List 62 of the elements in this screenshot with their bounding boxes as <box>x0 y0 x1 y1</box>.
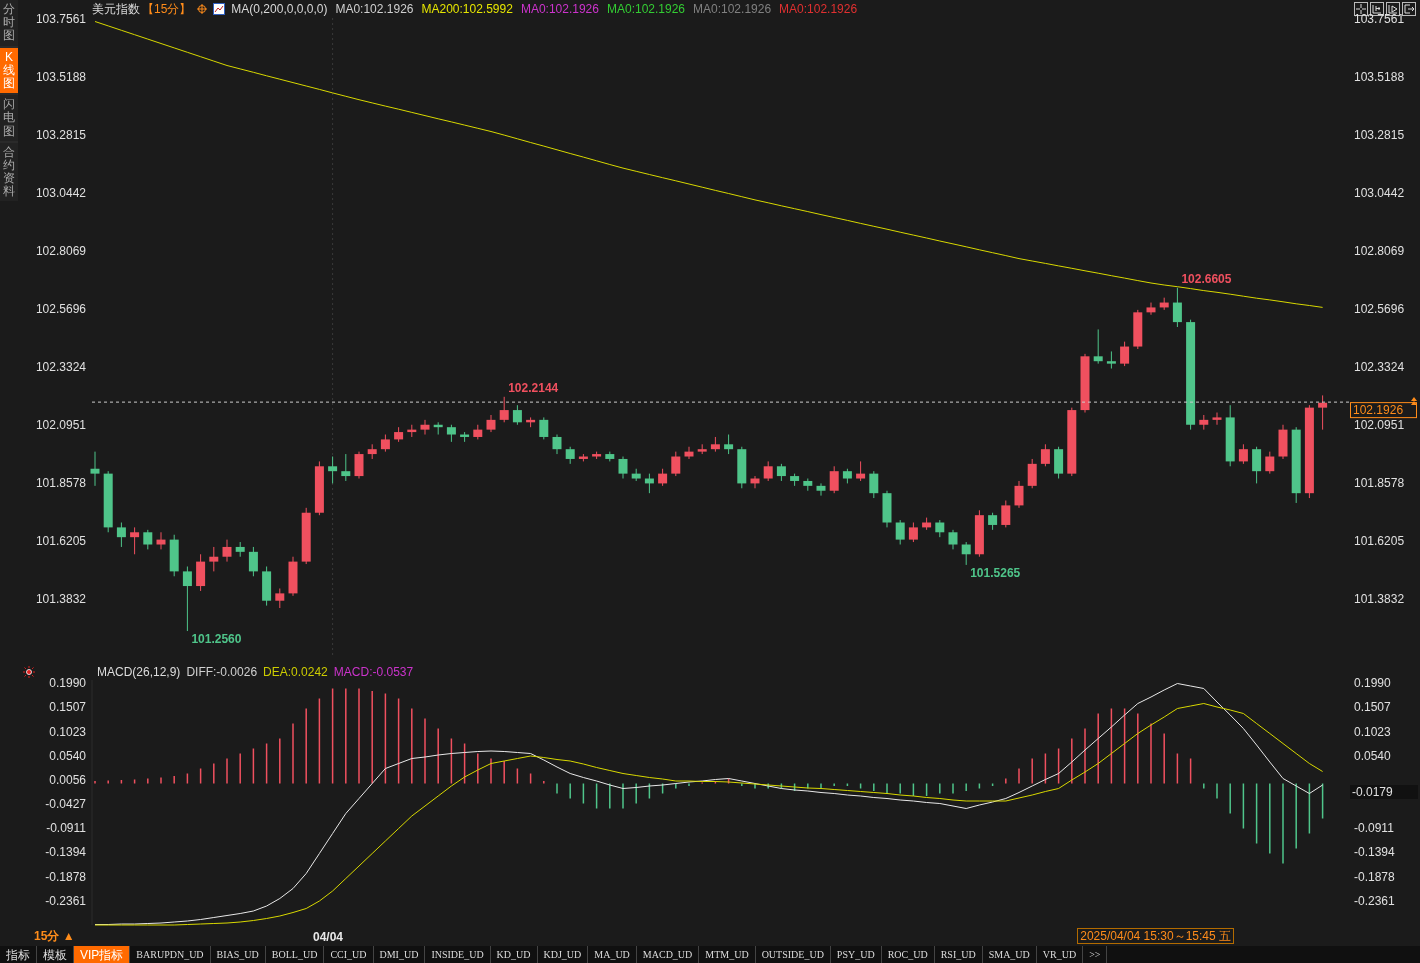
axis-label: 0.1507 <box>1354 700 1391 715</box>
axis-label: -0.1878 <box>45 869 86 884</box>
price-extreme-label: 101.5265 <box>970 566 1021 581</box>
axis-label: 103.5188 <box>35 70 86 85</box>
indicator-value: DEA:0.0242 <box>263 664 328 681</box>
axis-label: 0.1023 <box>49 724 86 739</box>
axis-label: 101.6205 <box>1354 534 1405 549</box>
axis-label: 103.2815 <box>35 128 86 143</box>
period-label: 【15分】 <box>142 1 192 18</box>
date-label: 04/04 <box>313 929 344 946</box>
axis-label: -0.0911 <box>1354 821 1394 836</box>
axis-label: 102.5696 <box>35 302 86 317</box>
axis-label: 103.5188 <box>1354 70 1405 85</box>
axis-label: 0.1990 <box>1354 676 1391 691</box>
axis-label: -0.1394 <box>1354 845 1395 860</box>
axis-label: -0.1878 <box>1354 869 1395 884</box>
indicator-value: MA0:102.1926 <box>606 1 685 18</box>
axis-label: 103.7561 <box>1354 12 1405 27</box>
axis-label: 103.0442 <box>1354 186 1405 201</box>
axis-label: 103.2815 <box>1354 128 1405 143</box>
axis-label: 103.7561 <box>35 12 86 27</box>
axis-label: 102.0951 <box>35 418 86 433</box>
price-extreme-label: 102.2144 <box>508 380 559 395</box>
indicator-value: DIFF:-0.0026 <box>186 664 258 681</box>
axis-label: 102.3324 <box>1354 360 1405 375</box>
axis-label: 102.8069 <box>1354 244 1405 259</box>
axis-label: 102.8069 <box>35 244 86 259</box>
axis-label: 103.0442 <box>35 186 86 201</box>
last-value-tag: -0.0179 <box>1350 785 1418 800</box>
axis-label: -0.0911 <box>46 821 86 836</box>
indicator-value: MA0:102.1926 <box>335 1 414 18</box>
symbol-name: 美元指数 <box>92 1 140 18</box>
axis-label: 0.1023 <box>1354 724 1391 739</box>
axis-label: -0.2361 <box>45 893 86 908</box>
ref-line-label: 102.1926 <box>1353 402 1404 417</box>
indicator-value: MA0:102.1926 <box>520 1 599 18</box>
indicator-value: MA0:102.1926 <box>779 1 858 18</box>
axis-label: 101.3832 <box>1354 592 1405 607</box>
axis-label: 0.0540 <box>49 748 86 763</box>
indicator-value: MACD:-0.0537 <box>333 664 414 681</box>
axis-label: 0.1507 <box>49 700 86 715</box>
axis-label: -0.1394 <box>45 845 86 860</box>
axis-label: 102.3324 <box>35 360 86 375</box>
axis-label: 102.0951 <box>1354 418 1405 433</box>
axis-label: -0.2361 <box>1354 893 1395 908</box>
indicator-value: MA200:102.5992 <box>421 1 513 18</box>
axis-label: 102.5696 <box>1354 302 1405 317</box>
indicator-value: MA0:102.1926 <box>693 1 772 18</box>
axis-label: 101.8578 <box>35 476 86 491</box>
price-extreme-label: 102.6605 <box>1181 271 1232 286</box>
axis-label: 101.8578 <box>1354 476 1405 491</box>
axis-label: 0.1990 <box>49 676 86 691</box>
indicator-name: MACD(26,12,9) <box>97 664 181 681</box>
axis-label: 0.0056 <box>49 772 86 787</box>
last-price-tag: 102.1926 <box>1350 402 1417 419</box>
time-range-label: 2025/04/04 15:30～15:45 五 <box>1077 927 1234 944</box>
price-extreme-label: 101.2560 <box>191 632 242 647</box>
axis-label: 101.6205 <box>35 534 86 549</box>
axis-label: 0.0540 <box>1354 748 1391 763</box>
indicator-name: MA(0,200,0,0,0,0) <box>231 1 328 18</box>
axis-label: 101.3832 <box>35 592 86 607</box>
axis-label: -0.0427 <box>45 797 86 811</box>
